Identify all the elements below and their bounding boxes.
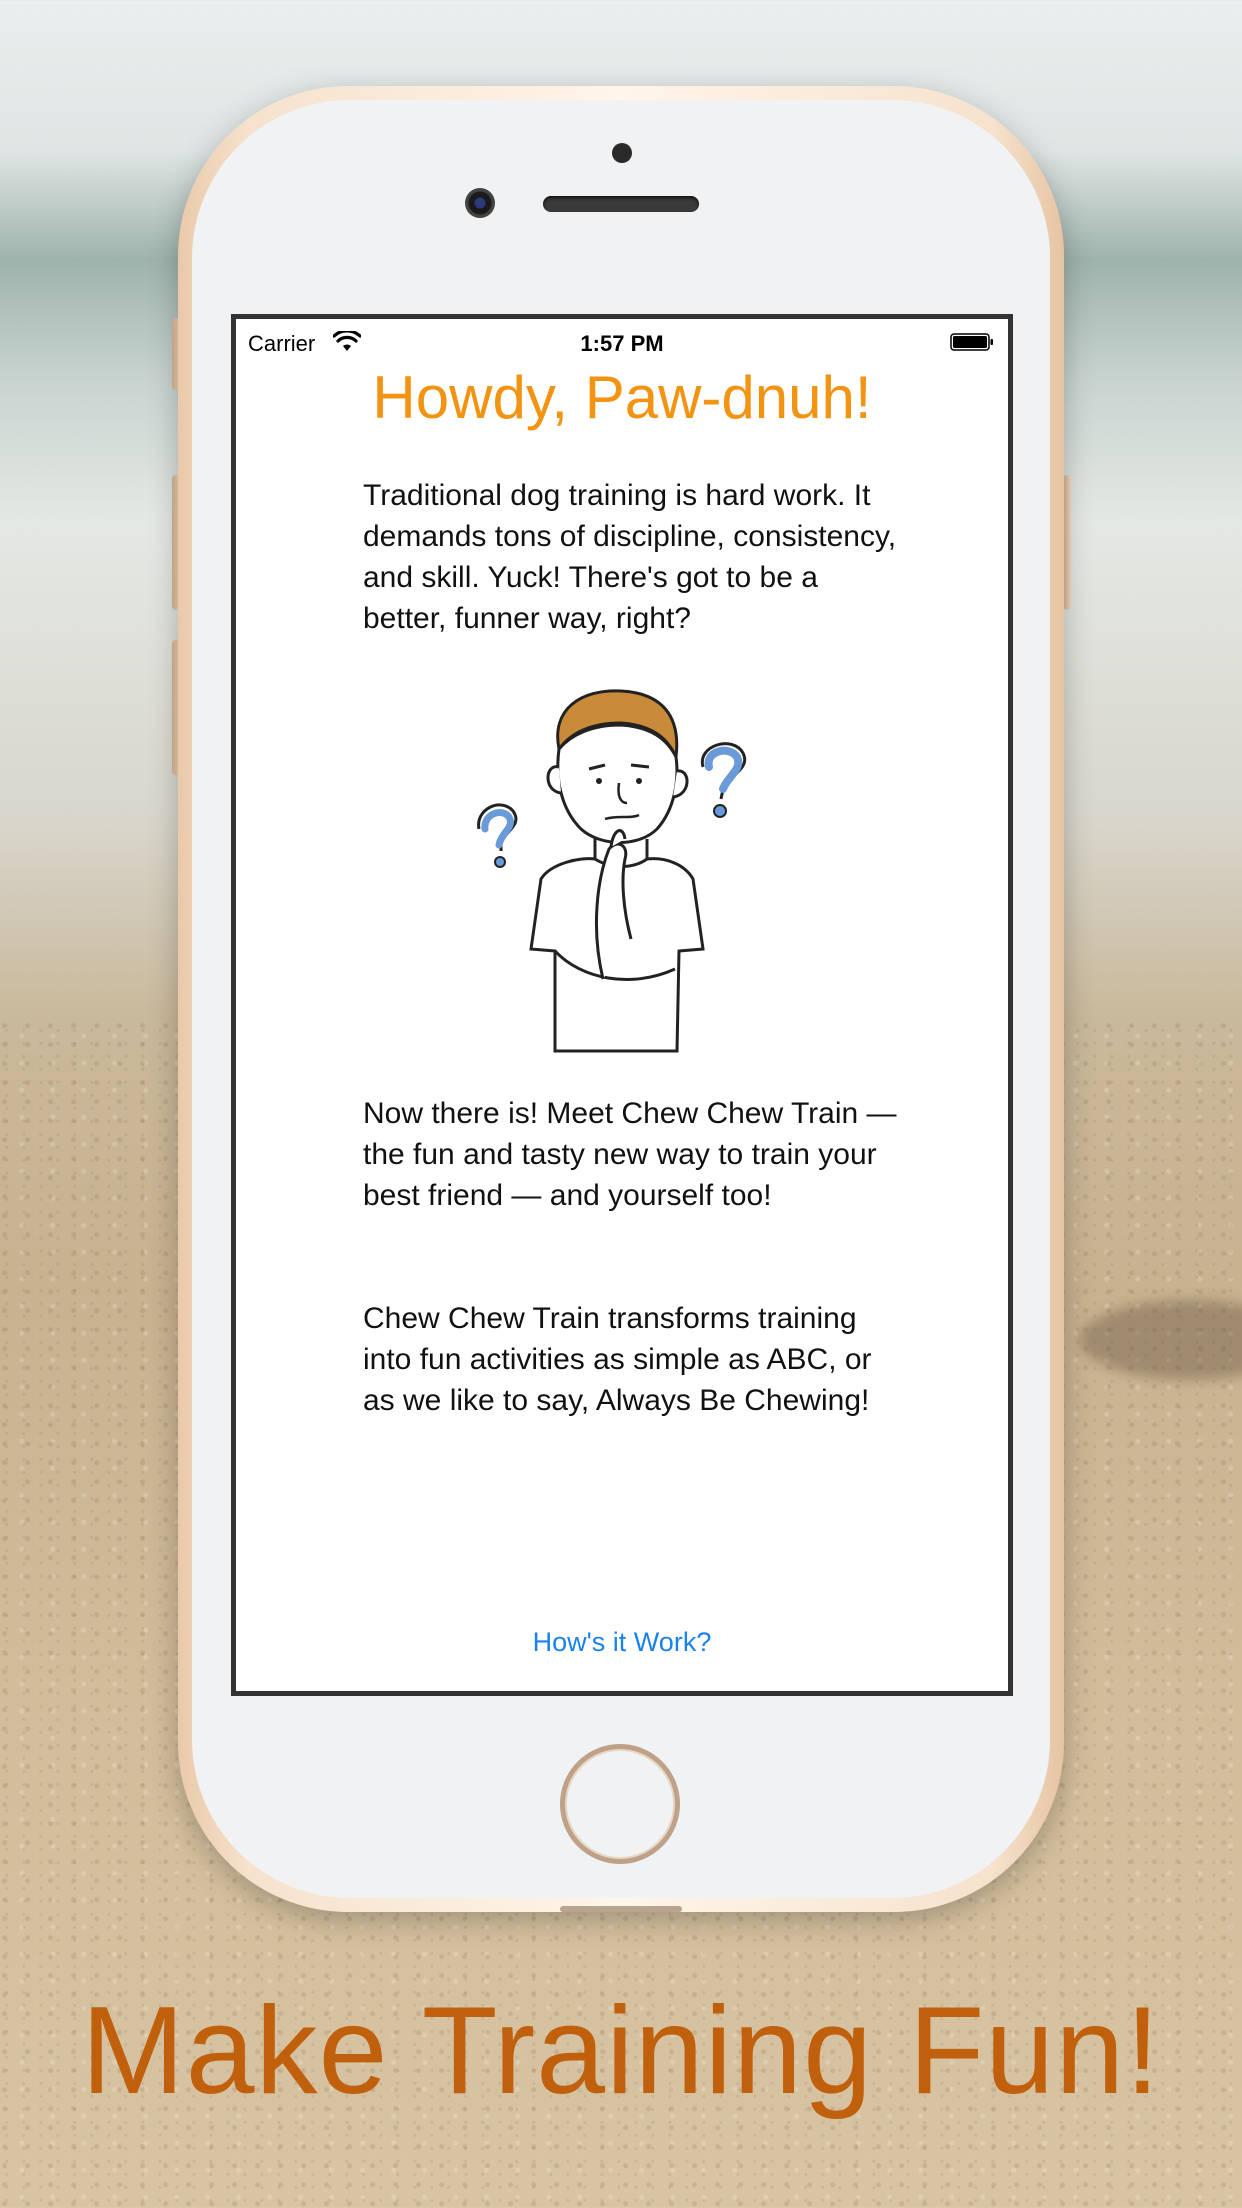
status-time: 1:57 PM: [580, 331, 664, 356]
status-bar: Carrier 1:57 PM: [236, 319, 1008, 363]
marketing-tagline: Make Training Fun!: [81, 1982, 1161, 2120]
battery-icon: [950, 333, 993, 351]
earpiece-speaker: [543, 196, 699, 212]
intro-paragraph: Traditional dog training is hard work. I…: [363, 479, 897, 635]
phone-bottom-edge: [560, 1906, 682, 1912]
app-screen: Carrier 1:57 PM Howdy, Paw-dnuh! Traditi…: [231, 314, 1013, 1696]
feature-paragraph: Chew Chew Train transforms training into…: [363, 1302, 872, 1417]
product-paragraph: Now there is! Meet Chew Chew Train — the…: [363, 1097, 897, 1212]
front-camera: [465, 188, 495, 218]
hows-it-work-button[interactable]: How's it Work?: [236, 1627, 1008, 1658]
proximity-sensor: [612, 143, 632, 163]
thinking-person-illustration: [477, 689, 747, 1053]
welcome-title: Howdy, Paw-dnuh!: [372, 364, 872, 431]
power-button: [1063, 475, 1071, 610]
home-button: [560, 1744, 680, 1864]
